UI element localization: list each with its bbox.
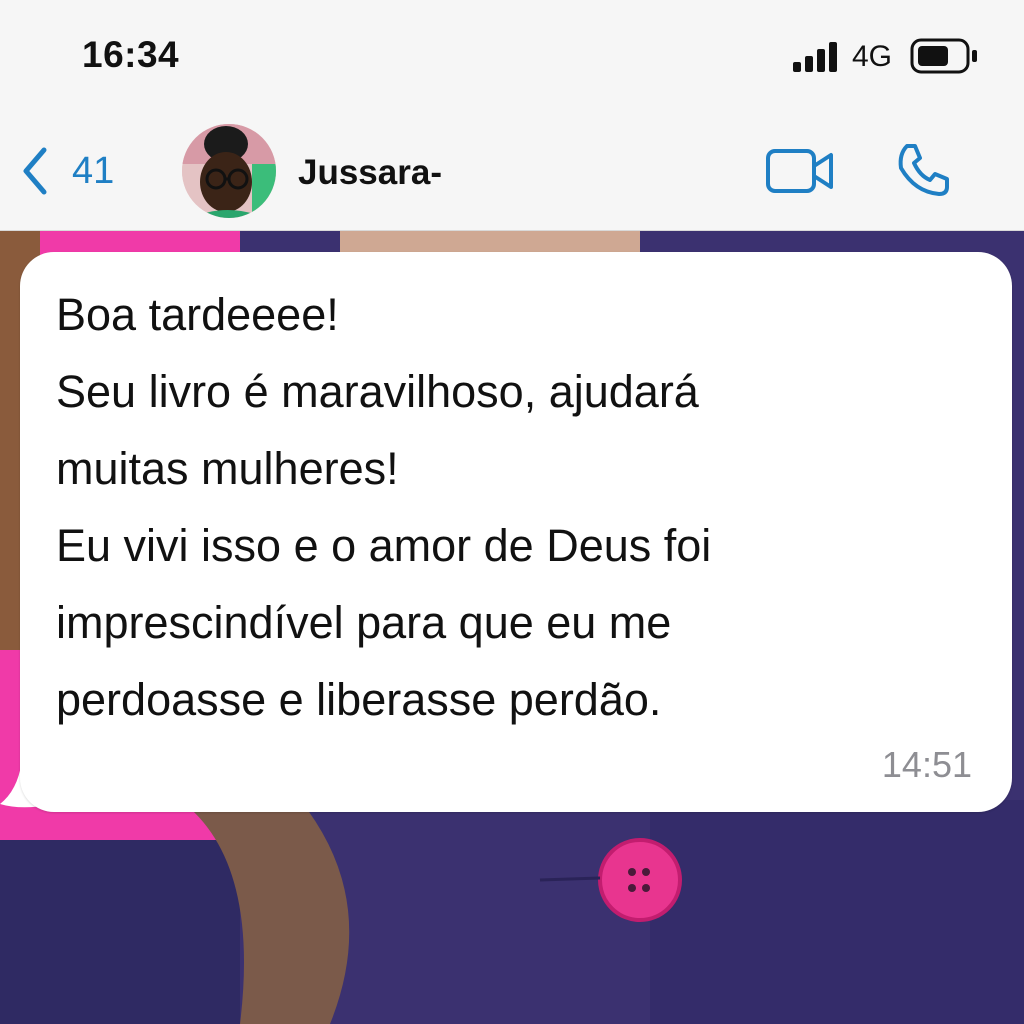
message-text: Boa tardeeee! Seu livro é maravilhoso, a… (56, 276, 956, 738)
message-line: Eu vivi isso e o amor de Deus foi (56, 520, 712, 571)
status-time: 16:34 (82, 34, 180, 75)
message-line: imprescindível para que eu me (56, 597, 672, 648)
cellular-signal-icon (793, 42, 837, 72)
message-line: Seu livro é maravilhoso, ajudará (56, 366, 699, 417)
avatar[interactable] (182, 124, 276, 218)
battery-icon (910, 38, 977, 74)
message-timestamp: 14:51 (881, 744, 972, 785)
status-bar: 16:34 4G (0, 0, 1024, 110)
message-line: muitas mulheres! (56, 443, 399, 494)
back-button[interactable]: 41 (20, 144, 140, 198)
unread-count: 41 (72, 149, 115, 192)
chat-header: 41 Jussara- (0, 110, 1024, 231)
avatar-image (182, 124, 276, 218)
voice-call-button[interactable] (893, 140, 953, 200)
message-bubble[interactable]: Boa tardeeee! Seu livro é maravilhoso, a… (20, 252, 1012, 812)
message-line: Boa tardeeee! (56, 289, 339, 340)
phone-icon (898, 144, 949, 196)
chevron-left-icon (23, 147, 47, 195)
video-camera-icon (766, 149, 833, 193)
video-call-button[interactable] (765, 146, 835, 196)
message-line: perdoasse e liberasse perdão. (56, 674, 662, 725)
network-type: 4G (852, 40, 893, 73)
contact-name[interactable]: Jussara- (298, 153, 442, 193)
